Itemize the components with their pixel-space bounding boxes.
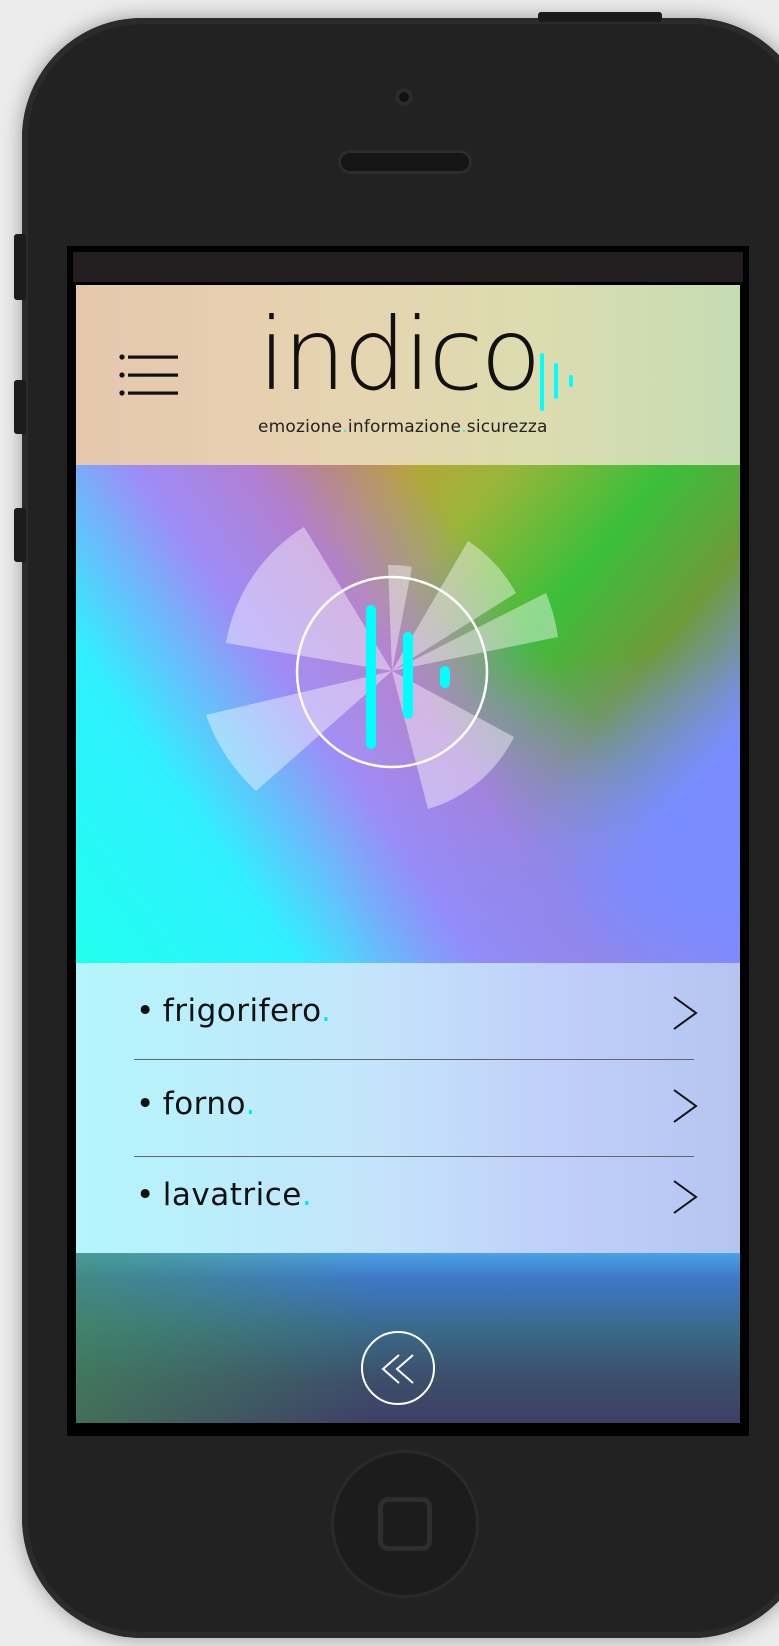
- accent-dot: .: [245, 1086, 256, 1122]
- logo-wordmark: indico: [258, 296, 542, 413]
- item-text: forno: [162, 1086, 246, 1122]
- earpiece-speaker: [338, 150, 472, 174]
- double-chevron-left-icon: [381, 1354, 414, 1384]
- app-footer: [76, 1253, 740, 1423]
- list-bullet: •: [136, 993, 155, 1029]
- volume-down-button: [14, 508, 26, 562]
- status-bar: [73, 252, 743, 282]
- mute-switch: [14, 234, 26, 300]
- chevron-right-icon: [673, 996, 698, 1030]
- logo-bars-icon: [540, 353, 573, 411]
- list-item-label: • forno.: [136, 1086, 256, 1122]
- app-header: indico emozione.informazione.sicurezza: [76, 285, 740, 465]
- list-item-frigorifero[interactable]: • frigorifero.: [76, 963, 740, 1059]
- list-item-lavatrice[interactable]: • lavatrice.: [76, 1157, 740, 1253]
- list-item-label: • frigorifero.: [136, 993, 331, 1029]
- chevron-right-icon: [673, 1180, 698, 1214]
- list-bullet: •: [136, 1177, 155, 1213]
- power-button: [538, 12, 662, 22]
- chevron-right-icon: [673, 1089, 698, 1123]
- item-text: frigorifero: [162, 993, 322, 1029]
- home-button-icon: [378, 1497, 432, 1551]
- back-button[interactable]: [361, 1331, 435, 1405]
- hero-banner: [76, 465, 740, 963]
- list-item-label: • lavatrice.: [136, 1177, 312, 1213]
- app-logo: indico emozione.informazione.sicurezza: [258, 305, 588, 437]
- accent-dot: .: [301, 1177, 313, 1213]
- tagline-sicurezza: sicurezza: [466, 417, 548, 437]
- item-text: lavatrice: [162, 1177, 302, 1213]
- front-camera: [395, 88, 413, 106]
- app-tagline: emozione.informazione.sicurezza: [258, 417, 548, 437]
- hamburger-menu-icon[interactable]: [118, 353, 180, 397]
- tagline-emozione: emozione: [258, 417, 343, 437]
- list-bullet: •: [136, 1086, 155, 1122]
- list-item-forno[interactable]: • forno.: [76, 1060, 740, 1156]
- tagline-informazione: informazione: [347, 417, 462, 437]
- phone-screen: indico emozione.informazione.sicurezza •…: [67, 246, 749, 1436]
- appliance-list: • frigorifero. • forno. • lavatrice.: [76, 963, 740, 1253]
- volume-up-button: [14, 380, 26, 434]
- hero-graphic: [206, 527, 558, 809]
- accent-dot: .: [321, 993, 332, 1029]
